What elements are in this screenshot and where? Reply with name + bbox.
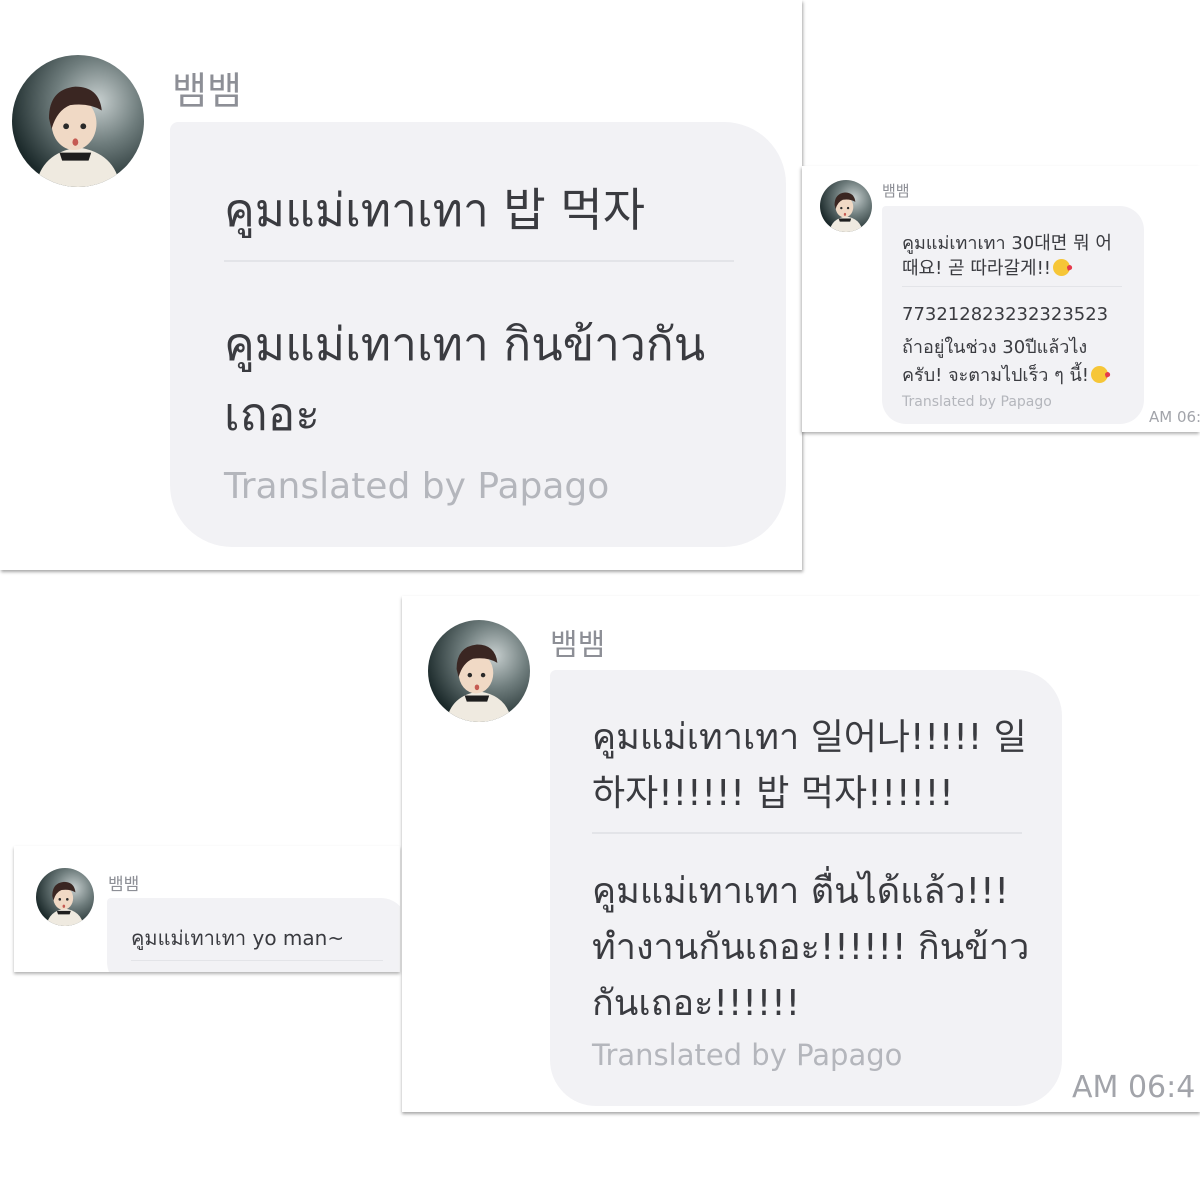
message-panel-4: 뱀뱀 คูมแม่เทาเทา 일어나!!!!! 일 하자!!!!!! 밥 먹자… — [402, 596, 1200, 1112]
timestamp: AM 06:4 — [1072, 1070, 1196, 1105]
divider — [131, 960, 383, 961]
original-text-line: คูมแม่เทาเทา 30대면 뭐 어 — [902, 233, 1112, 254]
original-text: คูมแม่เทาเทา yo man~ — [131, 926, 345, 950]
translated-text-line: 773212823232323523 — [902, 304, 1109, 325]
message-panel-2: 뱀뱀 คูมแม่เทาเทา 30대면 뭐 어 때요! 곧 따라갈게!! 77… — [802, 166, 1200, 432]
papago-credit: Translated by Papago — [902, 394, 1052, 410]
message-bubble[interactable]: คูมแม่เทาเทา 30대면 뭐 어 때요! 곧 따라갈게!! 77321… — [882, 206, 1144, 424]
message-bubble[interactable]: คูมแม่เทาเทา yo man~ — [107, 898, 400, 972]
translated-text-line: ทำงานกันเถอะ!!!!!! กินข้าว — [592, 927, 1030, 968]
divider — [592, 832, 1022, 834]
papago-credit: Translated by Papago — [224, 466, 610, 507]
avatar[interactable] — [36, 868, 94, 926]
avatar-icon — [35, 86, 121, 187]
message-bubble[interactable]: คูมแม่เทาเทา 밥 먹자 คูมแม่เทาเทา กินข้าวกั… — [170, 122, 786, 547]
translated-text-line: ครับ! จะตามไปเร็ว ๆ นี้! — [902, 360, 1109, 389]
kissing-face-icon — [1091, 366, 1109, 384]
avatar-icon — [46, 881, 84, 926]
avatar-icon — [446, 644, 512, 722]
translated-text-line: เถอะ — [224, 387, 320, 441]
divider — [902, 286, 1122, 287]
sender-name: 뱀뱀 — [882, 182, 910, 200]
timestamp: AM 06: — [1149, 408, 1200, 426]
avatar[interactable] — [12, 55, 144, 187]
divider — [224, 260, 734, 262]
original-text-line: 하자!!!!!! 밥 먹자!!!!!! — [592, 773, 954, 814]
avatar[interactable] — [428, 620, 530, 722]
message-panel-1: 뱀뱀 คูมแม่เทาเทา 밥 먹자 คูมแม่เทาเทา กินข้า… — [0, 0, 802, 570]
kissing-face-icon — [1053, 259, 1071, 277]
translated-text-line: คูมแม่เทาเทา ตื่นได้แล้ว!!! — [592, 871, 1009, 912]
message-bubble[interactable]: คูมแม่เทาเทา 일어나!!!!! 일 하자!!!!!! 밥 먹자!!!… — [550, 670, 1062, 1106]
sender-name: 뱀뱀 — [550, 628, 606, 663]
translated-text-line: คูมแม่เทาเทา กินข้าวกัน — [224, 317, 706, 371]
sender-name: 뱀뱀 — [172, 69, 242, 113]
original-text: คูมแม่เทาเทา 밥 먹자 — [224, 183, 646, 237]
sender-name: 뱀뱀 — [108, 875, 140, 895]
original-text-line: คูมแม่เทาเทา 일어나!!!!! 일 — [592, 717, 1027, 758]
original-text-line: 때요! 곧 따라갈게!! — [902, 254, 1071, 280]
papago-credit: Translated by Papago — [592, 1038, 903, 1072]
translated-text-line: ถ้าอยู่ในช่วง 30ปีแล้วไง — [902, 337, 1088, 358]
avatar[interactable] — [820, 180, 872, 232]
message-panel-3: 뱀뱀 คูมแม่เทาเทา yo man~ — [14, 846, 400, 972]
avatar-icon — [829, 192, 863, 232]
translated-text-line: กันเถอะ!!!!!! — [592, 983, 801, 1024]
